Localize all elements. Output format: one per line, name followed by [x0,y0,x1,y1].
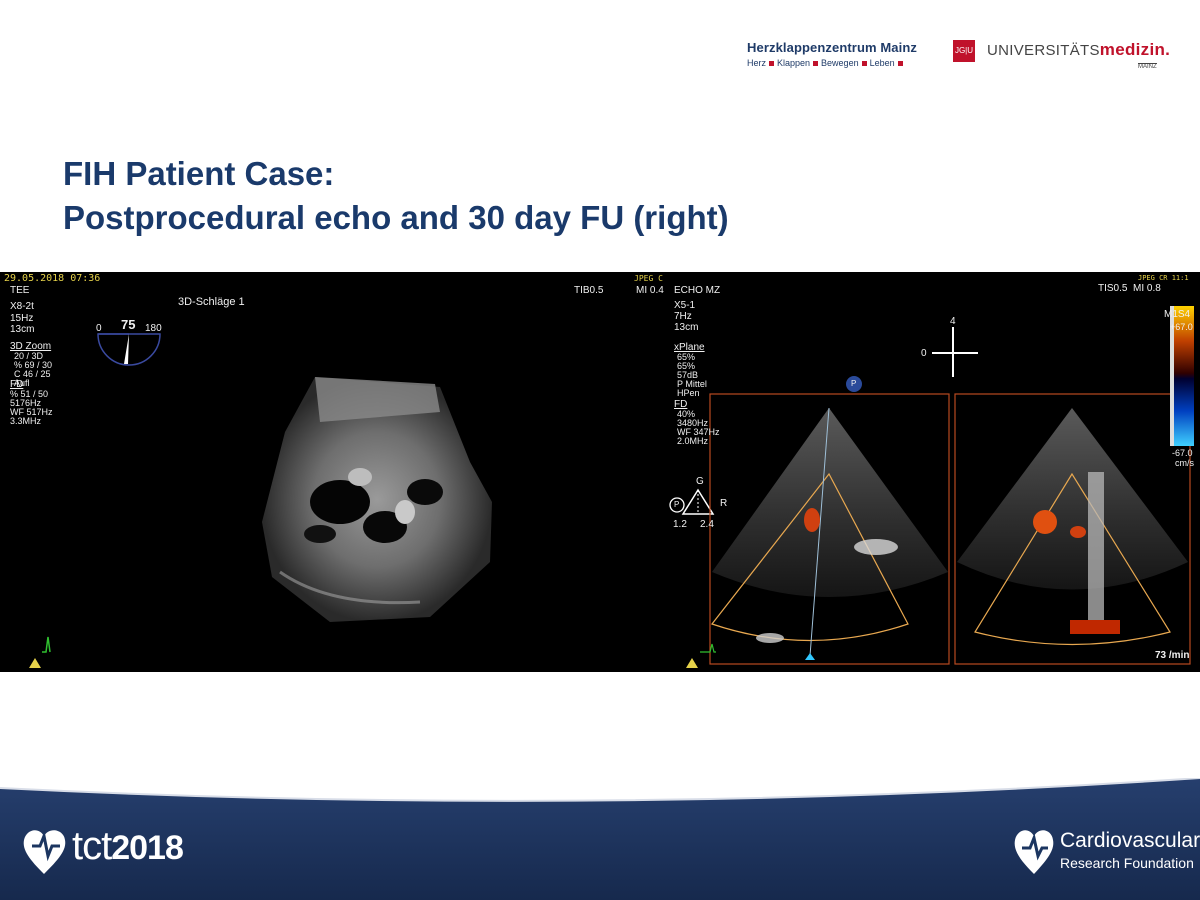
tct-year: 2018 [111,829,184,867]
triangle-r-label: R [720,498,728,509]
xplane-sector-left [709,376,950,665]
tagline-word: Bewegen [821,58,859,68]
scale-bottom: -67.0 [1172,448,1193,458]
echo-left-tib: TIB0.5 [574,285,604,296]
slide-title-line1: FIH Patient Case: [63,155,335,192]
echo-image-panel: 29.05.2018 07:36 TEE X8-2t 15Hz 13cm 3D … [0,272,1200,672]
echo-left-probe: X8-2t [10,301,34,312]
tagline-word: Leben [869,58,895,68]
angle-min: 0 [96,323,102,334]
heart-rate: 73 /min [1155,650,1190,661]
orientation-marker [932,327,978,377]
echo-right-probe: X5-1 [674,300,696,311]
echo-left-fd-lines: % 51 / 50 5176Hz WF 517Hz 3.3MHz [10,389,53,426]
orientation-left: 0 [921,348,927,359]
herzklappenzentrum-tagline: Herz Klappen Bewegen Leben [747,58,937,68]
triangle-val2: 2.4 [700,519,714,530]
crf-line2: Research Foundation [1060,855,1194,871]
slide-title: FIH Patient Case: Postprocedural echo an… [63,152,729,240]
echo-right-xplane-lines: 65% 65% 57dB P Mittel HPen [677,352,707,398]
echo-right-map-label: M1S4 [1164,309,1191,320]
echo-right-site: ECHO MZ [674,285,721,296]
slide-title-line2: Postprocedural echo and 30 day FU (right… [63,199,729,236]
tct-wordmark: tct2018 [72,824,184,869]
warning-icon [29,658,41,668]
echo-left-mi: MI 0.4 [636,285,664,296]
unimed-city: MAINZ [1138,63,1157,70]
angle-max: 180 [145,323,162,334]
echo-graphics [29,306,1194,668]
scale-top: +67.0 [1170,322,1193,332]
echo-right-jpeg: JPEG CR 11:1 [1138,274,1189,282]
echo-left-frame-rate: 15Hz [10,313,34,324]
echo-right-mi: MI 0.8 [1133,283,1161,294]
orientation-top: 4 [950,316,956,327]
universitaetsmedizin-logo: UNIVERSITÄTSmedizin. [987,40,1170,60]
echo-left-timestamp: 29.05.2018 07:36 [4,273,101,284]
crf-line1: Cardiovascular [1060,829,1200,852]
3d-volume-render [262,377,492,622]
crf-heart-icon [1014,830,1054,874]
unimed-prefix: UNIVERSITÄTS [987,42,1100,59]
ecg-trace-left [42,636,51,653]
echo-right-tis: TIS0.5 [1098,283,1128,294]
ecg-trace-right [700,643,716,653]
jgu-logo: JG|U [953,40,975,62]
triangle-val1: 1.2 [673,519,687,530]
unimed-bold: medizin. [1099,40,1171,59]
echo-left-view-label: 3D-Schläge 1 [178,296,245,308]
herzklappenzentrum-logo: Herzklappenzentrum Mainz Herz Klappen Bewe… [747,40,937,70]
xplane-sector-right [954,393,1191,665]
angle-needle [124,334,129,364]
echo-right-fd-lines: 40% 3480Hz WF 347Hz 2.0MHz [677,409,720,446]
echo-left-jpeg: JPEG C [634,274,663,283]
echo-left-probe-mode: TEE [10,285,30,296]
tagline-word: Herz [747,58,767,68]
echo-right-frame-rate: 7Hz [674,311,692,322]
tagline-word: Klappen [777,58,811,68]
tct-heart-icon [23,830,66,874]
sector-p-marker: P [851,379,857,388]
triangle-p-label: P [674,500,680,509]
herzklappenzentrum-name: Herzklappenzentrum Mainz [747,40,917,55]
echo-left-depth: 13cm [10,324,35,335]
scale-unit: cm/s [1175,458,1194,468]
angle-dial [97,333,161,366]
tct-prefix: tct [72,824,112,868]
triangle-g-label: G [696,476,704,487]
echo-right-depth: 13cm [674,322,699,333]
warning-icon [686,658,698,668]
angle-value: 75 [121,317,136,332]
